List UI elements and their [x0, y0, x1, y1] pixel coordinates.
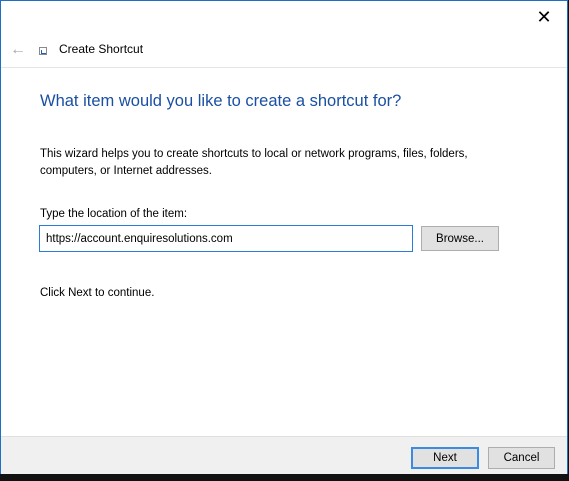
wizard-header: ← Create Shortcut [1, 33, 567, 68]
wizard-description: This wizard helps you to create shortcut… [40, 148, 468, 177]
close-icon: ✕ [536, 6, 552, 27]
close-button[interactable]: ✕ [521, 1, 567, 33]
create-shortcut-window: ✕ ← Create Shortcut What item would you … [0, 0, 568, 475]
browse-button[interactable]: Browse... [421, 226, 499, 251]
next-button[interactable]: Next [411, 447, 479, 469]
title-bar: ✕ [1, 1, 567, 33]
shortcut-wizard-icon [39, 47, 47, 55]
location-label: Type the location of the item: [40, 208, 188, 220]
wizard-title: Create Shortcut [59, 42, 144, 56]
desktop-background [0, 474, 569, 481]
cancel-button[interactable]: Cancel [488, 447, 555, 469]
back-arrow-icon: ← [10, 41, 26, 58]
back-button[interactable]: ← [7, 39, 29, 61]
continue-hint: Click Next to continue. [40, 287, 155, 299]
wizard-footer: Next Cancel [1, 436, 567, 475]
wizard-content: What item would you like to create a sho… [1, 68, 567, 436]
page-heading: What item would you like to create a sho… [40, 92, 402, 110]
location-input[interactable] [39, 225, 413, 252]
